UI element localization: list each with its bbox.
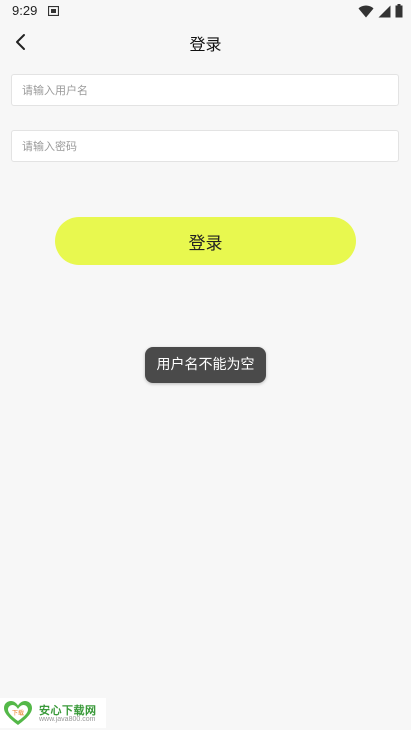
toast-message: 用户名不能为空 [145,347,266,383]
header: 登录 [0,24,411,60]
watermark-url: www.java800.com [39,716,96,723]
watermark-logo-text: 下载 [12,709,24,717]
status-bar: 9:29 [0,0,411,24]
watermark: 下载 安心下载网 www.java800.com [0,698,106,728]
sim-card-icon [48,6,59,16]
status-icons [358,4,403,18]
status-time: 9:29 [12,3,38,18]
cell-signal-icon [378,5,391,17]
wifi-icon [358,5,374,17]
username-input[interactable] [11,74,399,106]
battery-icon [395,4,403,18]
password-input[interactable] [11,130,399,162]
login-button[interactable]: 登录 [55,217,356,265]
heart-logo-icon: 下载 [4,701,32,725]
page-title: 登录 [189,35,222,54]
